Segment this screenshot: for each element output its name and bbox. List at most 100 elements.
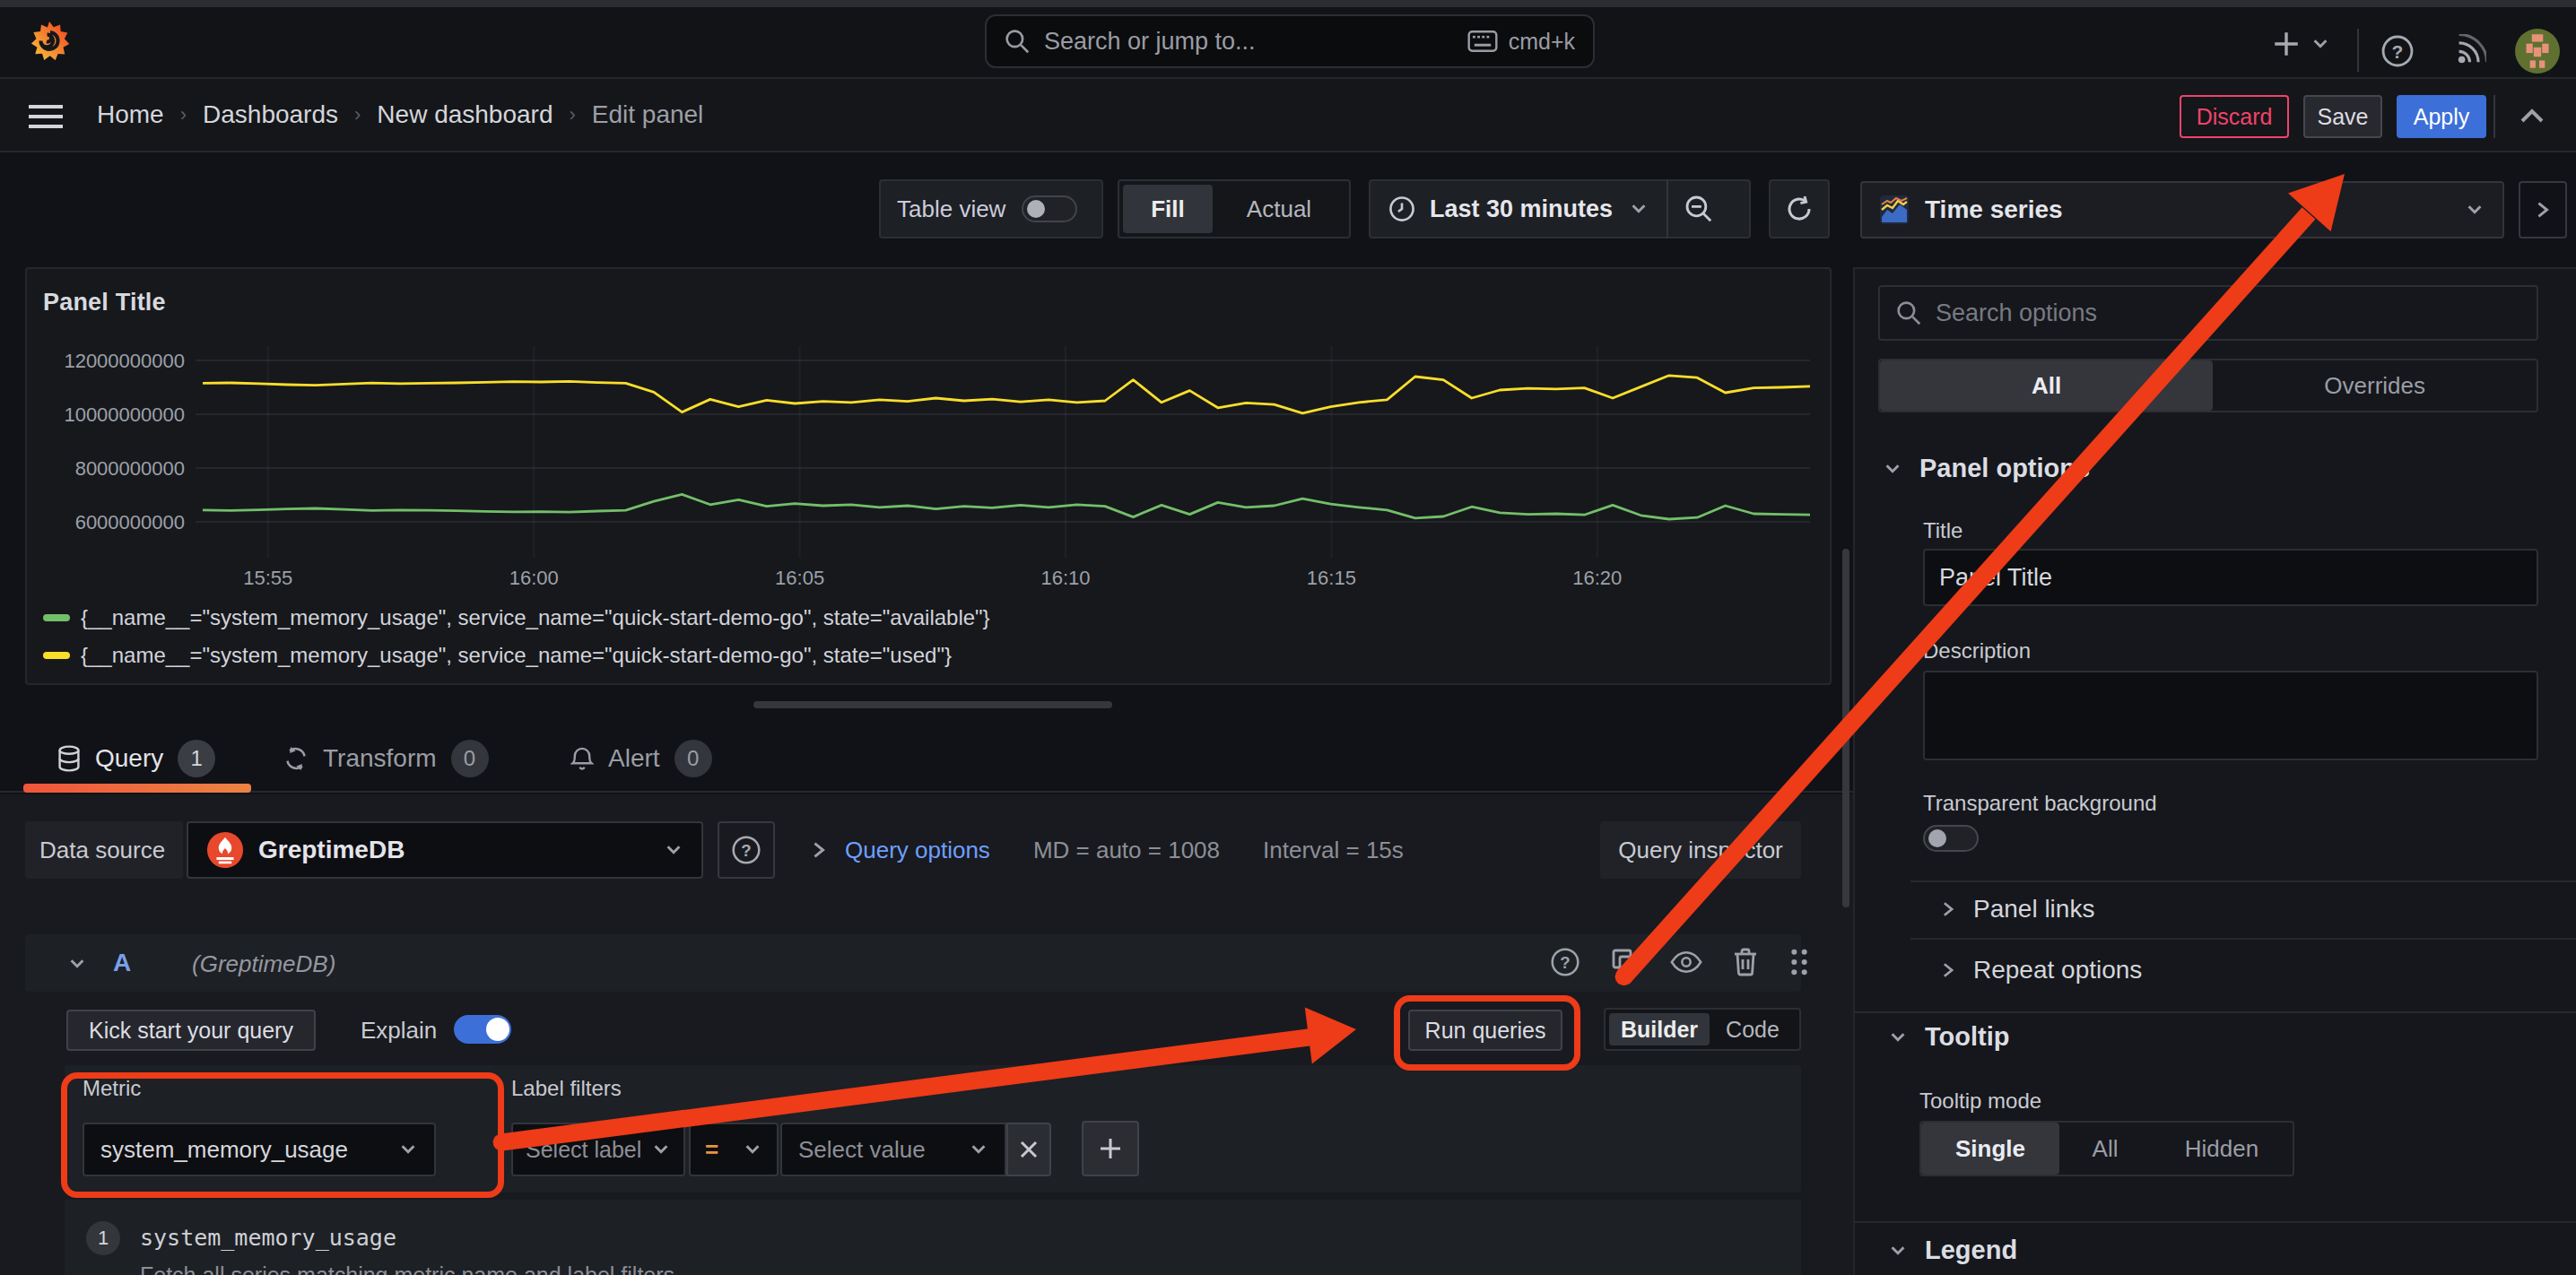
svg-text:16:20: 16:20 xyxy=(1572,567,1622,589)
panel-options-section-header[interactable]: Panel options xyxy=(1882,454,2090,483)
tooltip-section-header[interactable]: Tooltip xyxy=(1887,1022,2009,1052)
grafana-logo[interactable] xyxy=(29,20,70,65)
menu-button[interactable] xyxy=(29,104,63,129)
duplicate-icon[interactable] xyxy=(1611,948,1640,976)
table-view-label: Table view xyxy=(897,195,1005,223)
scrollbar-thumb[interactable] xyxy=(1842,549,1849,907)
save-button[interactable]: Save xyxy=(2303,95,2382,138)
table-view-toggle[interactable] xyxy=(1022,195,1077,222)
builder-code-switch: Builder Code xyxy=(1604,1008,1801,1051)
legend-swatch xyxy=(43,614,70,621)
label-filter-key-select[interactable]: Select label xyxy=(511,1123,685,1176)
chevron-down-icon xyxy=(2311,34,2330,54)
legend-swatch xyxy=(43,652,70,659)
query-inspector-button[interactable]: Query inspector xyxy=(1600,821,1801,879)
query-options-row[interactable]: Query options MD = auto = 1008 Interval … xyxy=(811,821,1404,879)
options-search-input[interactable]: Search options xyxy=(1878,285,2538,341)
description-field-textarea[interactable] xyxy=(1923,671,2538,760)
bell-icon xyxy=(570,745,594,772)
close-icon xyxy=(1018,1139,1040,1160)
tab-query[interactable]: Query 1 xyxy=(57,724,215,793)
time-range-label: Last 30 minutes xyxy=(1430,195,1613,223)
tab-all[interactable]: All xyxy=(1880,360,2213,411)
tooltip-mode-single[interactable]: Single xyxy=(1921,1123,2059,1175)
legend-item[interactable]: {__name__="system_memory_usage", service… xyxy=(43,637,990,674)
svg-text:15:55: 15:55 xyxy=(243,567,292,589)
explain-toggle[interactable] xyxy=(454,1015,511,1044)
news-button[interactable] xyxy=(2452,34,2486,68)
transparent-bg-label: Transparent background xyxy=(1923,791,2157,816)
add-menu-button[interactable] xyxy=(2271,29,2330,59)
panel-links-section-header[interactable]: Panel links xyxy=(1941,895,2094,924)
legend-item[interactable]: {__name__="system_memory_usage", service… xyxy=(43,599,990,637)
remove-filter-button[interactable] xyxy=(1006,1123,1051,1176)
divider xyxy=(1910,938,2576,940)
tab-overrides[interactable]: Overrides xyxy=(2213,360,2537,411)
tooltip-section-title: Tooltip xyxy=(1925,1022,2009,1052)
repeat-options-title: Repeat options xyxy=(1973,956,2142,984)
datasource-picker[interactable]: GreptimeDB xyxy=(187,821,703,879)
query-row-header[interactable]: A (GreptimeDB) ? xyxy=(25,934,1801,992)
svg-text:16:05: 16:05 xyxy=(775,567,824,589)
breadcrumb-edit-panel: Edit panel xyxy=(592,100,704,129)
time-picker[interactable]: Last 30 minutes xyxy=(1369,179,1751,239)
visualization-picker[interactable]: Time series xyxy=(1860,181,2504,239)
breadcrumb-home[interactable]: Home xyxy=(97,100,164,129)
chevron-right-icon xyxy=(811,840,827,860)
collapse-header-button[interactable] xyxy=(2519,106,2546,127)
tooltip-mode-hidden[interactable]: Hidden xyxy=(2151,1123,2293,1175)
tab-alert-label: Alert xyxy=(608,744,660,773)
label-filter-value-select[interactable]: Select value xyxy=(780,1123,1006,1176)
help-button[interactable]: ? xyxy=(2380,34,2415,68)
editor-tabs: Query 1 Transform 0 Alert 0 xyxy=(0,724,1853,793)
trash-icon[interactable] xyxy=(1733,948,1758,976)
zoom-out-button[interactable] xyxy=(1668,195,1729,223)
fill-option[interactable]: Fill xyxy=(1123,185,1213,233)
tooltip-mode-all[interactable]: All xyxy=(2059,1123,2151,1175)
apply-button[interactable]: Apply xyxy=(2397,95,2486,138)
table-view-toggle-group: Table view xyxy=(879,179,1103,239)
chevron-right-icon xyxy=(1941,961,1955,979)
pane-resize-handle[interactable] xyxy=(753,701,1112,708)
add-filter-button[interactable] xyxy=(1082,1121,1139,1176)
fill-actual-switch: Fill Actual xyxy=(1118,179,1351,239)
legend-section-title: Legend xyxy=(1925,1236,2017,1265)
label-filter-operator-select[interactable]: = xyxy=(689,1123,779,1176)
query-help-icon[interactable]: ? xyxy=(1550,947,1580,977)
breadcrumb-dashboards[interactable]: Dashboards xyxy=(203,100,338,129)
collapse-options-button[interactable] xyxy=(2519,181,2567,239)
refresh-button[interactable] xyxy=(1769,179,1830,239)
greptimedb-icon xyxy=(206,831,244,869)
kick-start-button[interactable]: Kick start your query xyxy=(66,1010,316,1051)
datasource-help-button[interactable]: ? xyxy=(718,821,775,879)
section-divider xyxy=(1855,1221,2576,1223)
title-field-input[interactable]: Panel Title xyxy=(1923,549,2538,606)
active-tab-indicator xyxy=(23,784,251,793)
tooltip-mode-switch: Single All Hidden xyxy=(1919,1121,2294,1176)
tab-alert[interactable]: Alert 0 xyxy=(570,724,712,793)
chevron-down-icon xyxy=(1887,1028,1909,1047)
discard-button[interactable]: Discard xyxy=(2180,95,2289,138)
chart-panel[interactable]: Panel Title 1200000000010000000000800000… xyxy=(25,267,1832,685)
drag-handle-icon[interactable] xyxy=(1788,947,1810,977)
clock-icon xyxy=(1388,195,1415,222)
transparent-bg-toggle[interactable] xyxy=(1923,825,1979,852)
query-options-interval: Interval = 15s xyxy=(1263,837,1404,864)
tab-transform[interactable]: Transform 0 xyxy=(283,724,489,793)
search-input[interactable]: Search or jump to... cmd+k xyxy=(985,14,1595,68)
eye-icon[interactable] xyxy=(1670,950,1702,975)
section-divider xyxy=(1855,1011,2576,1013)
legend-section-header[interactable]: Legend xyxy=(1887,1236,2017,1265)
query-options-link[interactable]: Query options xyxy=(845,837,990,864)
user-avatar[interactable] xyxy=(2515,29,2560,74)
repeat-options-section-header[interactable]: Repeat options xyxy=(1941,956,2142,984)
breadcrumb-new-dashboard[interactable]: New dashboard xyxy=(377,100,553,129)
breadcrumb-separator: › xyxy=(553,103,591,126)
breadcrumb-separator: › xyxy=(164,103,203,126)
chart-legend: {__name__="system_memory_usage", service… xyxy=(43,599,990,674)
actual-option[interactable]: Actual xyxy=(1213,185,1345,233)
annotation-box-run-queries xyxy=(1394,995,1580,1071)
code-option[interactable]: Code xyxy=(1710,1013,1796,1045)
svg-text:16:15: 16:15 xyxy=(1307,567,1356,589)
builder-option[interactable]: Builder xyxy=(1609,1013,1710,1045)
